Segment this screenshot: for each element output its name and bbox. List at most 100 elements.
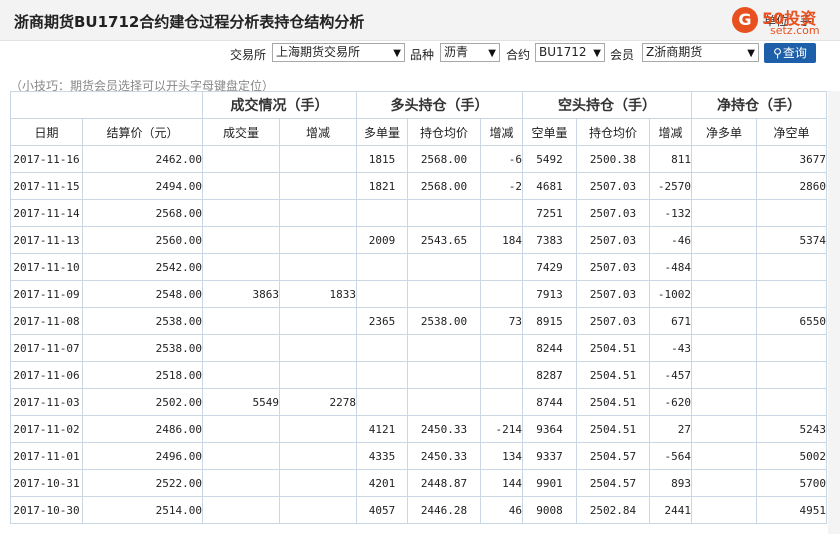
col-net-long-header: 净多单 (691, 118, 757, 146)
col-volume-change-cell (279, 334, 357, 362)
member-select[interactable]: Z浙商期货 ▼ (642, 43, 759, 62)
col-long-qty-cell: 2009 (356, 226, 408, 254)
col-net-short-cell: 5700 (756, 469, 827, 497)
col-short-avg-cell: 2504.57 (576, 469, 650, 497)
table-body: 2017-11-16 2462.00 1815 2568.00 -6 5492 2500.3… (10, 145, 827, 524)
col-volume-cell (202, 199, 280, 227)
site-logo[interactable]: G 50投资 setz.com (732, 4, 840, 38)
col-settle-price-cell: 2518.00 (82, 361, 203, 389)
col-net-long-cell (691, 442, 757, 470)
col-net-short-cell: 5002 (756, 442, 827, 470)
col-long-avg-cell: 2538.00 (407, 307, 481, 335)
col-long-avg-cell: 2568.00 (407, 172, 481, 200)
col-volume-cell (202, 469, 280, 497)
chevron-down-icon: ▼ (488, 48, 496, 59)
col-short-avg-cell: 2504.57 (576, 442, 650, 470)
col-short-avg-cell: 2504.51 (576, 415, 650, 443)
col-long-qty-cell (356, 334, 408, 362)
table-row: 2017-11-07 2538.00 8244 2504.51 -43 (10, 334, 827, 362)
col-settle-price-cell: 2502.00 (82, 388, 203, 416)
col-settle-price-cell: 2496.00 (82, 442, 203, 470)
col-settle-price-cell: 2560.00 (82, 226, 203, 254)
col-long-change-cell (480, 361, 523, 389)
scrollbar-track[interactable] (828, 91, 840, 534)
col-short-change-cell: 2441 (649, 496, 692, 524)
col-long-avg-header: 持仓均价 (407, 118, 481, 146)
col-long-change-header: 增减 (480, 118, 523, 146)
col-net-long-cell (691, 199, 757, 227)
col-short-qty-cell: 8244 (522, 334, 577, 362)
col-net-long-cell (691, 172, 757, 200)
col-net-long-cell (691, 388, 757, 416)
col-short-change-cell: -620 (649, 388, 692, 416)
col-volume-cell: 3863 (202, 280, 280, 308)
col-net-short-cell: 2860 (756, 172, 827, 200)
col-volume-cell (202, 172, 280, 200)
col-net-short-cell: 4951 (756, 496, 827, 524)
col-date-cell: 2017-11-13 (10, 226, 83, 254)
col-short-qty-header: 空单量 (522, 118, 577, 146)
col-short-change-cell: 893 (649, 469, 692, 497)
col-date-cell: 2017-10-30 (10, 496, 83, 524)
col-settle-price-cell: 2486.00 (82, 415, 203, 443)
col-net-long-cell (691, 280, 757, 308)
search-icon: ⚲ (773, 46, 782, 60)
col-date-cell: 2017-11-03 (10, 388, 83, 416)
col-volume-change-cell (279, 226, 357, 254)
col-short-qty-cell: 4681 (522, 172, 577, 200)
col-net-short-cell (756, 334, 827, 362)
product-select-value: 沥青 (444, 45, 469, 59)
contract-select-value: BU1712 (539, 45, 587, 59)
col-date-cell: 2017-10-31 (10, 469, 83, 497)
col-settle-price-header: 结算价（元） (82, 118, 203, 146)
col-short-qty-cell: 9901 (522, 469, 577, 497)
col-short-change-cell: 671 (649, 307, 692, 335)
table-row: 2017-11-06 2518.00 8287 2504.51 -457 (10, 361, 827, 389)
col-volume-change-header: 增减 (279, 118, 357, 146)
col-long-qty-cell: 2365 (356, 307, 408, 335)
col-long-change-cell (480, 334, 523, 362)
group-header-long: 多头持仓（手） (356, 91, 523, 119)
col-settle-price-cell: 2538.00 (82, 307, 203, 335)
col-date-cell: 2017-11-15 (10, 172, 83, 200)
col-short-qty-cell: 7913 (522, 280, 577, 308)
col-settle-price-cell: 2548.00 (82, 280, 203, 308)
table-row: 2017-11-14 2568.00 7251 2507.03 -132 (10, 199, 827, 227)
exchange-select-value: 上海期货交易所 (276, 45, 361, 59)
col-long-change-cell: 134 (480, 442, 523, 470)
member-select-value: Z浙商期货 (646, 45, 703, 59)
col-short-change-cell: -1002 (649, 280, 692, 308)
col-short-qty-cell: 8744 (522, 388, 577, 416)
col-short-avg-cell: 2507.03 (576, 199, 650, 227)
col-long-qty-cell (356, 388, 408, 416)
table-row: 2017-11-03 2502.00 5549 2278 8744 2504.51 -620 (10, 388, 827, 416)
col-net-long-cell (691, 469, 757, 497)
group-header-row: 成交情况（手） 多头持仓（手） 空头持仓（手） 净持仓（手） (10, 91, 827, 119)
col-net-short-header: 净空单 (756, 118, 827, 146)
col-long-change-cell: -2 (480, 172, 523, 200)
col-settle-price-cell: 2568.00 (82, 199, 203, 227)
col-long-qty-cell (356, 253, 408, 281)
col-long-qty-cell (356, 199, 408, 227)
col-long-change-cell: -6 (480, 145, 523, 173)
col-volume-cell (202, 442, 280, 470)
query-button[interactable]: ⚲查询 (764, 43, 816, 63)
product-select[interactable]: 沥青 ▼ (440, 43, 500, 62)
col-volume-change-cell (279, 145, 357, 173)
col-long-qty-cell: 4057 (356, 496, 408, 524)
exchange-select[interactable]: 上海期货交易所 ▼ (272, 43, 405, 62)
col-settle-price-cell: 2462.00 (82, 145, 203, 173)
col-long-avg-cell: 2450.33 (407, 442, 481, 470)
col-net-short-cell: 6550 (756, 307, 827, 335)
col-date-cell: 2017-11-10 (10, 253, 83, 281)
col-net-short-cell (756, 253, 827, 281)
col-long-qty-cell: 4335 (356, 442, 408, 470)
col-short-change-cell: -46 (649, 226, 692, 254)
col-volume-header: 成交量 (202, 118, 280, 146)
group-header-trade: 成交情况（手） (202, 91, 357, 119)
col-net-long-cell (691, 496, 757, 524)
contract-select[interactable]: BU1712 ▼ (535, 43, 605, 62)
group-header-blank (10, 91, 203, 119)
col-date-cell: 2017-11-08 (10, 307, 83, 335)
col-short-change-cell: -132 (649, 199, 692, 227)
